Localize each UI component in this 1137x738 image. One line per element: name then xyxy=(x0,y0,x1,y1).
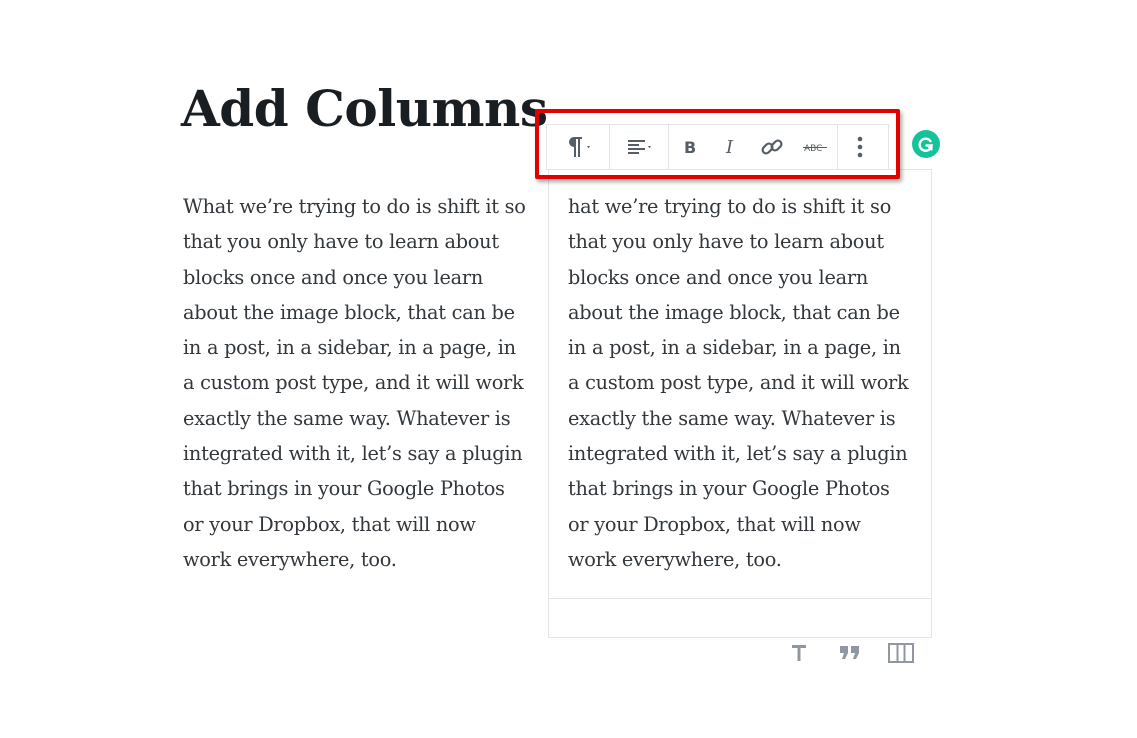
quote-block-icon xyxy=(840,646,859,659)
page-title[interactable]: Add Columns xyxy=(181,78,548,140)
columns-block-icon xyxy=(888,643,914,663)
column-right-paragraph[interactable]: hat we’re trying to do is shift it so th… xyxy=(568,189,928,577)
quote-block-inserter[interactable] xyxy=(835,640,865,666)
toolbar-highlight-annotation xyxy=(535,109,900,179)
column-left-paragraph[interactable]: What we’re trying to do is shift it so t… xyxy=(183,189,543,577)
grammarly-icon[interactable] xyxy=(912,130,940,158)
heading-block-icon xyxy=(792,645,806,661)
columns-block-inserter[interactable] xyxy=(886,640,916,666)
heading-block-inserter[interactable] xyxy=(784,640,814,666)
column-right-appender[interactable] xyxy=(548,597,932,638)
